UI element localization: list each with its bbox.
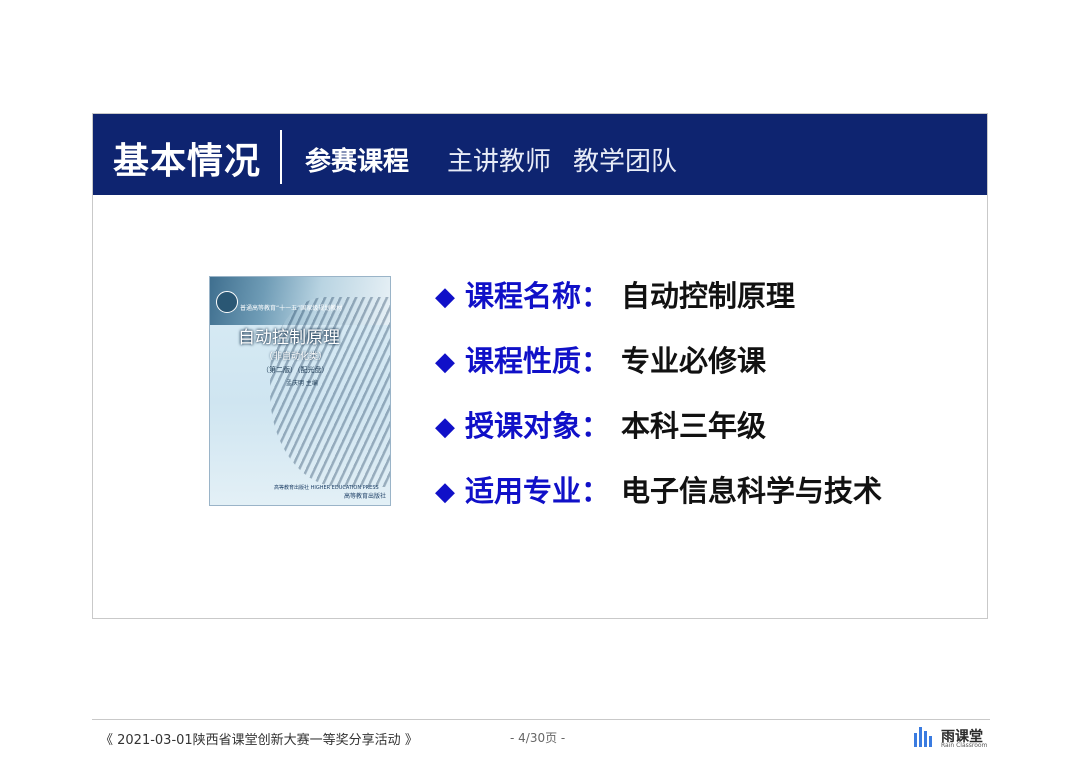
item-label: 课程性质：: [465, 344, 611, 378]
book-series: 普通高等教育“十一五”国家级规划教材: [240, 305, 343, 312]
item-value: 自动控制原理: [621, 279, 796, 313]
tab-team[interactable]: 教学团队: [573, 141, 677, 178]
textbook-cover-image: 普通高等教育“十一五”国家级规划教材 自动控制原理 （非自动化类） （第二版）（…: [209, 276, 391, 506]
item-label: 授课对象：: [465, 409, 611, 443]
diamond-bullet-icon: ◆: [435, 282, 455, 312]
publisher-logo-icon: [216, 291, 238, 313]
diamond-bullet-icon: ◆: [435, 477, 455, 507]
rain-classroom-logo-icon: [914, 727, 936, 749]
book-publisher: 高等教育出版社 HIGHER EDUCATION PRESS: [274, 485, 379, 491]
book-subtitle: （非自动化类）: [264, 352, 328, 362]
page-indicator: - 4/30页 -: [510, 731, 566, 745]
tab-course[interactable]: 参赛课程: [305, 141, 409, 178]
tab-lecturer[interactable]: 主讲教师: [447, 141, 551, 178]
item-value: 专业必修课: [621, 344, 767, 378]
section-title: 基本情况: [113, 141, 262, 182]
diamond-bullet-icon: ◆: [435, 412, 455, 442]
header-divider: [280, 130, 282, 184]
book-publisher-mark: 高等教育出版社: [344, 493, 387, 500]
item-value: 电子信息科学与技术: [621, 474, 883, 508]
item-label: 课程名称：: [465, 279, 611, 313]
footer-event-title: 《 2021-03-01陕西省课堂创新大赛一等奖分享活动 》: [100, 733, 418, 748]
slide-header: 基本情况 参赛课程 主讲教师 教学团队: [93, 114, 987, 195]
item-label: 适用专业：: [465, 474, 611, 508]
book-edition: （第二版）（配光盘）: [262, 366, 329, 374]
book-title: 自动控制原理: [238, 328, 340, 348]
item-value: 本科三年级: [621, 409, 767, 443]
brand-subtitle: Rain Classroom: [941, 742, 988, 749]
slide: 基本情况 参赛课程 主讲教师 教学团队 普通高等教育“十一五”国家级规划教材 自…: [92, 113, 988, 619]
diamond-bullet-icon: ◆: [435, 347, 455, 377]
footer-divider: [92, 719, 990, 720]
book-author: 孟庆明 主编: [286, 380, 318, 387]
